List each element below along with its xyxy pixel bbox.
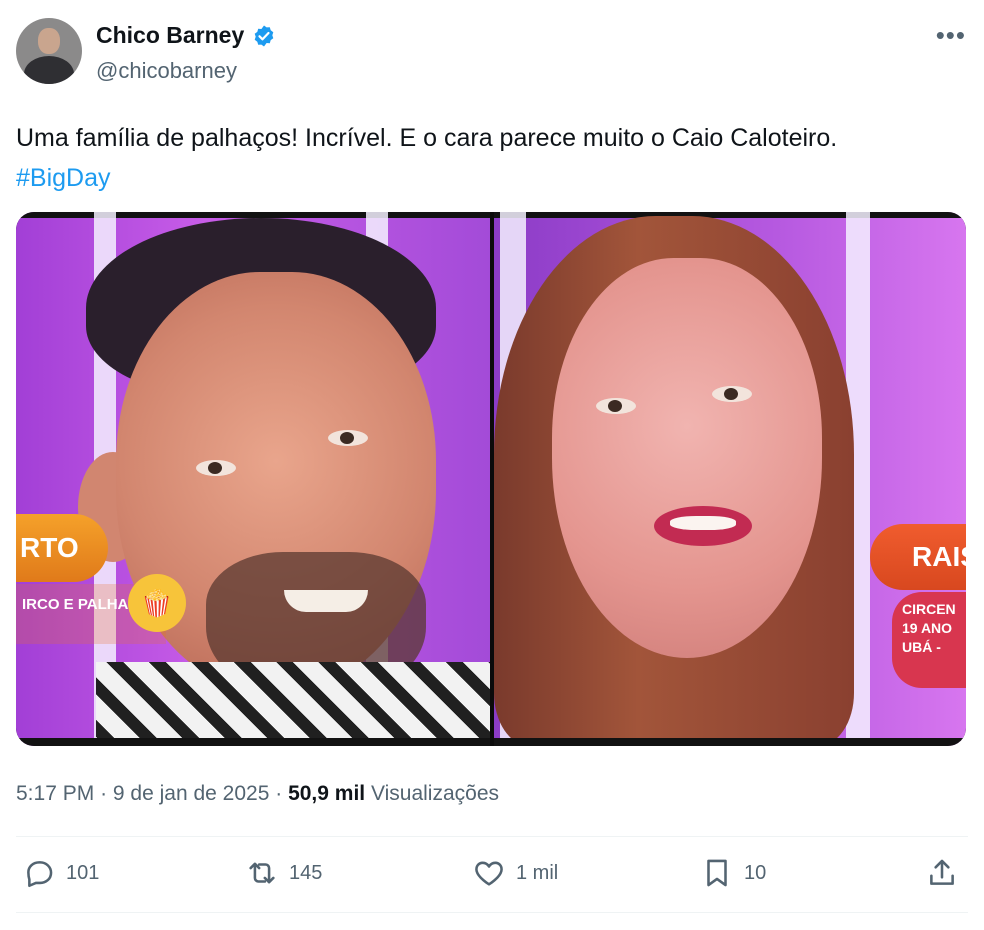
woman-face-shape — [552, 258, 822, 658]
meta-separator: · — [100, 782, 108, 805]
bookmark-button[interactable]: 10 — [700, 856, 766, 890]
tweet-date[interactable]: 9 de jan de 2025 — [113, 782, 269, 805]
verified-badge-icon — [254, 25, 274, 46]
right-subtitle-line: UBÁ - — [902, 639, 941, 655]
retweet-icon — [249, 862, 275, 884]
more-horizontal-icon[interactable]: ••• — [936, 20, 966, 51]
author-display-name[interactable]: Chico Barney — [96, 22, 244, 49]
tweet-media-image[interactable]: RTO IRCO E PALHAÇO 🍿 RAIS CIRCEN 19 ANO … — [16, 212, 966, 746]
retweet-button[interactable]: 145 — [245, 856, 322, 890]
popcorn-icon: 🍿 — [128, 574, 186, 632]
avatar-head-shape — [38, 28, 60, 54]
reply-button[interactable]: 101 — [22, 856, 99, 890]
woman-mouth-shape — [654, 506, 752, 546]
views-label: Visualizações — [370, 782, 500, 805]
bookmark-count: 10 — [744, 861, 767, 884]
tv-frame-top — [494, 212, 966, 218]
tweet-body: Uma família de palhaços! Incrível. E o c… — [16, 124, 838, 152]
tv-frame-bottom — [16, 738, 490, 746]
tweet-time[interactable]: 5:17 PM — [16, 782, 94, 805]
tweet-text: Uma família de palhaços! Incrível. E o c… — [16, 118, 956, 198]
author-handle[interactable]: @chicobarney — [96, 58, 237, 84]
author-avatar[interactable] — [16, 18, 82, 84]
right-name-tag: RAIS — [870, 524, 966, 590]
woman-eye-left — [596, 398, 636, 414]
share-icon — [930, 859, 954, 885]
media-left-panel: RTO IRCO E PALHAÇO 🍿 — [16, 212, 490, 746]
right-subtitle-line: 19 ANO — [902, 620, 953, 636]
avatar-shirt-shape — [24, 56, 74, 84]
divider — [16, 836, 968, 837]
retweet-count: 145 — [289, 861, 323, 884]
tweet-actions-bar: 101 145 1 mil 10 — [0, 856, 984, 900]
tv-frame-bottom — [494, 738, 966, 746]
like-count: 1 mil — [516, 861, 559, 884]
man-shirt-shape — [96, 662, 490, 746]
tweet-meta: 5:17 PM · 9 de jan de 2025 · 50,9 mil Vi… — [16, 782, 499, 806]
meta-separator: · — [275, 782, 283, 805]
bookmark-icon — [707, 859, 727, 887]
share-button[interactable] — [925, 856, 959, 890]
right-subtitle: CIRCEN 19 ANO UBÁ - — [892, 592, 966, 688]
views-count: 50,9 mil — [288, 782, 366, 805]
right-subtitle-line: CIRCEN — [902, 601, 956, 617]
reply-icon — [27, 861, 53, 888]
author-name-row: Chico Barney — [96, 22, 276, 49]
tweet-hashtag-link[interactable]: #BigDay — [16, 158, 956, 198]
woman-eye-right — [712, 386, 752, 402]
man-smile-shape — [284, 590, 368, 612]
left-name-tag: RTO — [16, 514, 108, 582]
heart-icon — [475, 861, 503, 886]
man-eye-left — [196, 460, 236, 476]
divider — [16, 912, 968, 913]
reply-count: 101 — [66, 861, 100, 884]
media-right-panel: RAIS CIRCEN 19 ANO UBÁ - — [494, 212, 966, 746]
like-button[interactable]: 1 mil — [472, 856, 558, 890]
man-eye-right — [328, 430, 368, 446]
